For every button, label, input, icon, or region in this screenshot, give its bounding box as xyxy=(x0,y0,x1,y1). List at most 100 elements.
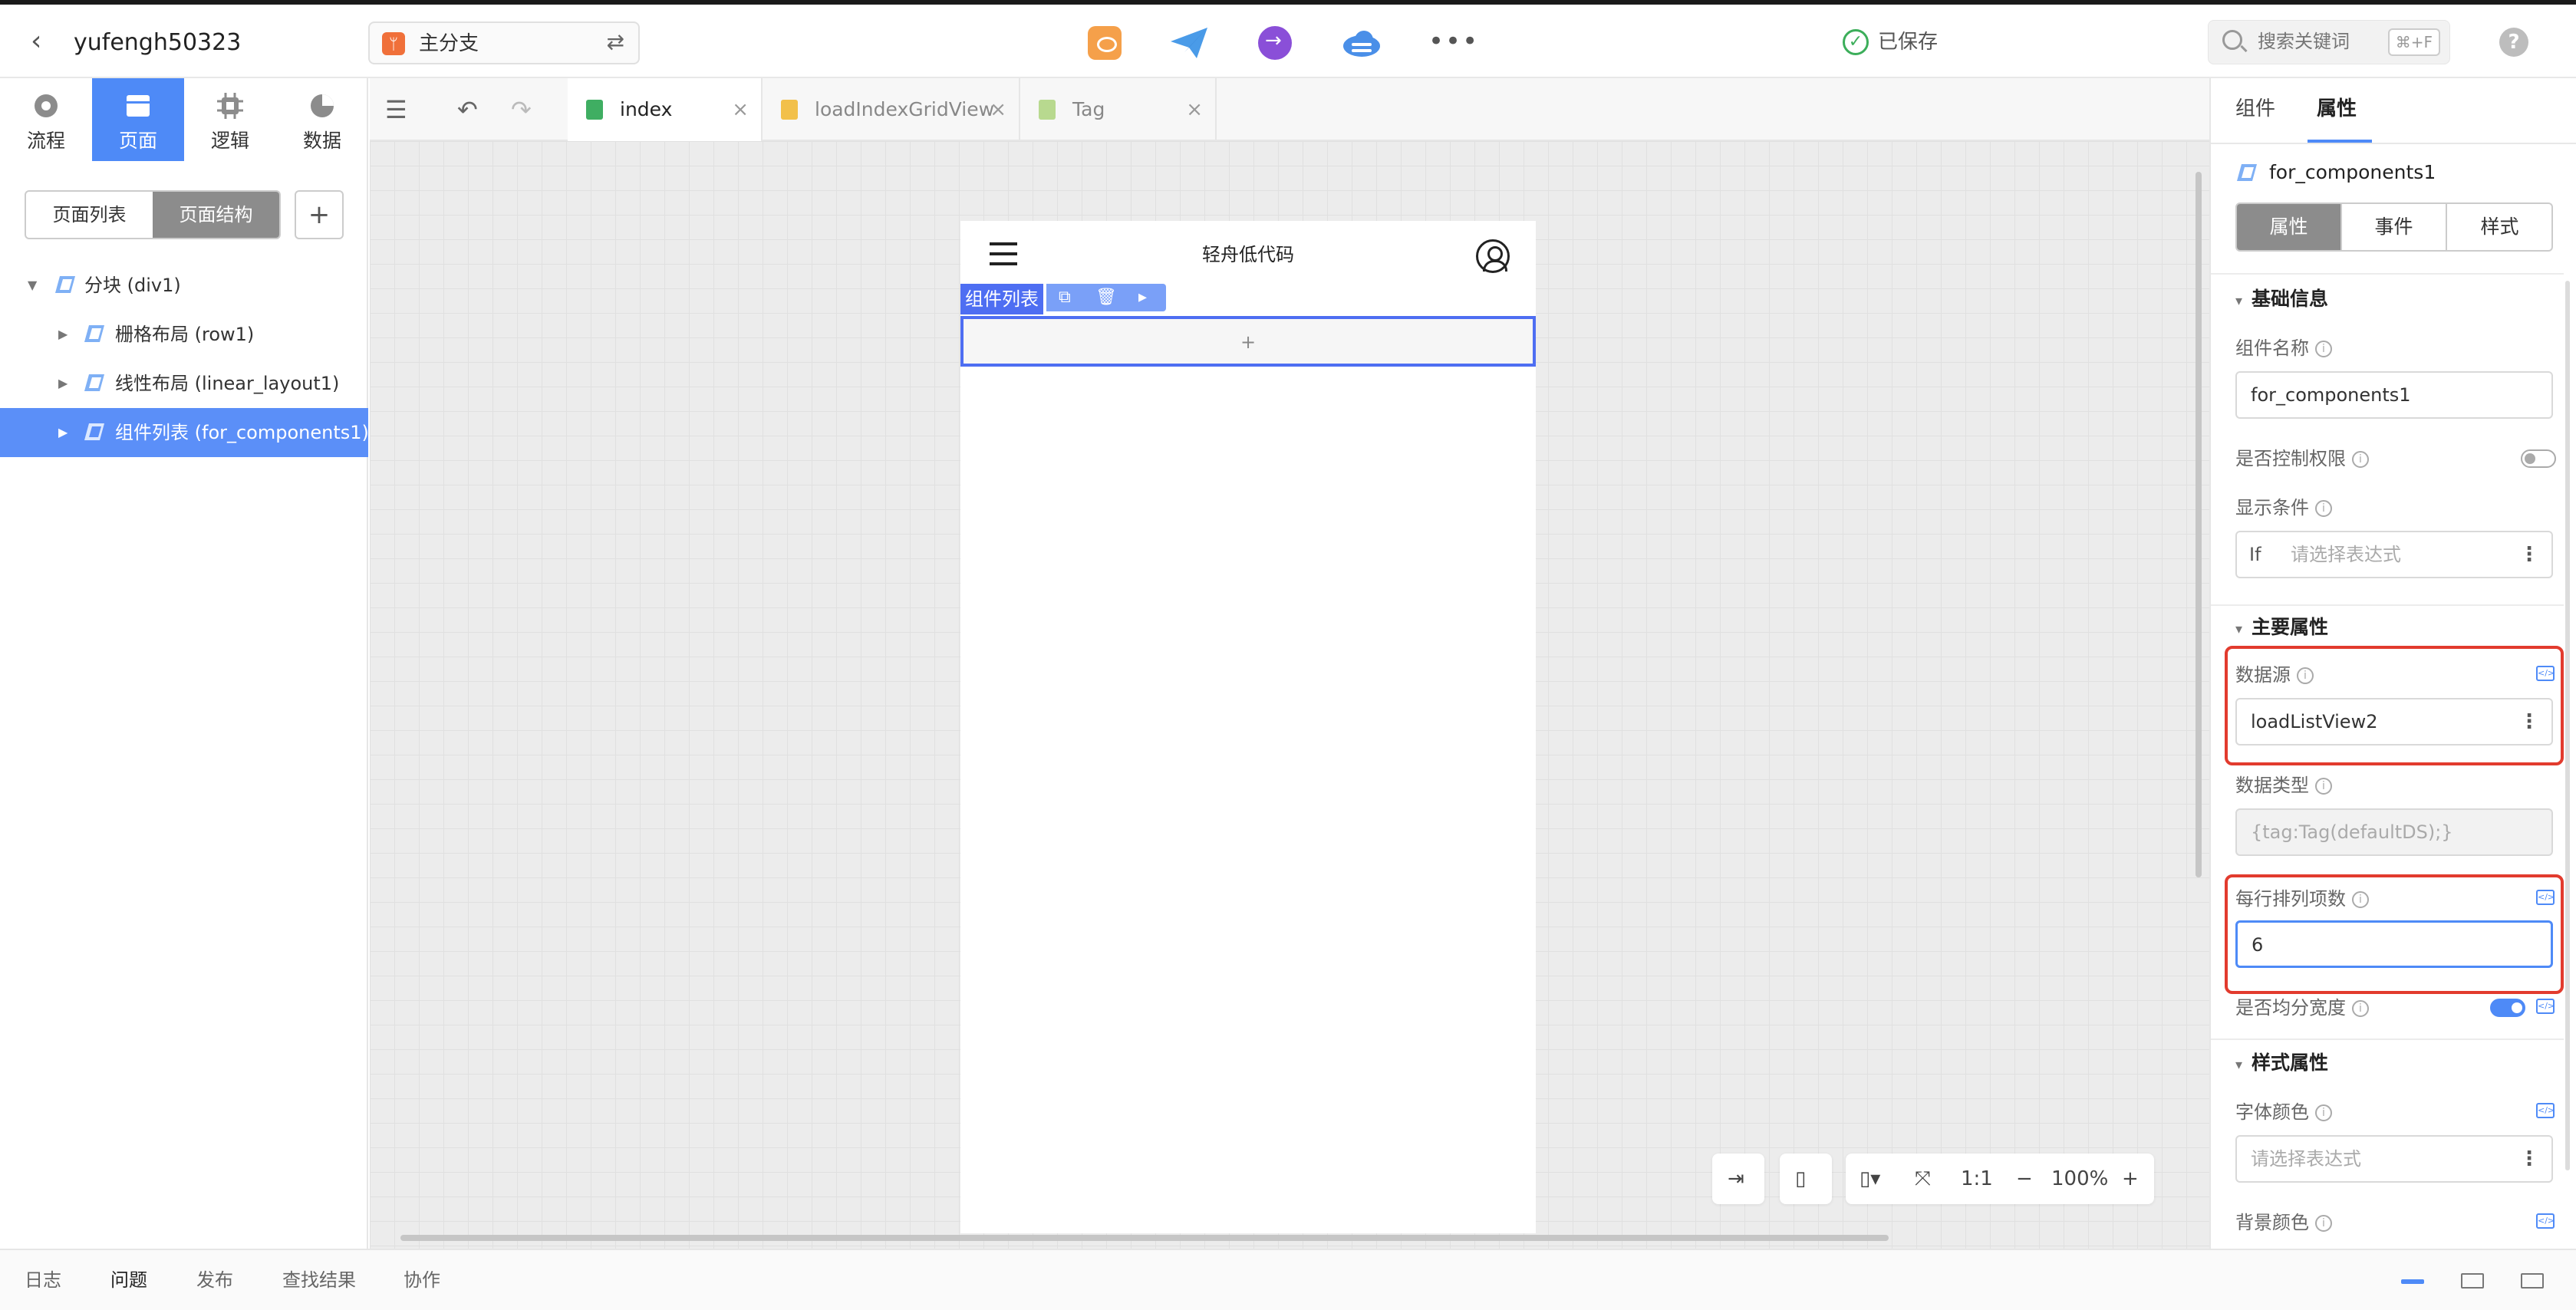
page-structure-tab[interactable]: 页面结构 xyxy=(153,192,279,238)
property-panel: 组件 属性 for_components1 属性 事件 样式 基础信息 组件名称… xyxy=(2209,78,2576,1249)
code-icon[interactable]: </> xyxy=(2536,666,2555,681)
design-canvas[interactable]: 轻舟低代码 组件列表 ⧉ 🗑 ▸ + ⇥ ▯ ▯▾ ⤧ 1:1 − 100% + xyxy=(370,141,2209,1249)
bottom-tab-find-results[interactable]: 查找结果 xyxy=(282,1266,356,1295)
info-icon[interactable]: i xyxy=(2352,1000,2369,1017)
redo-icon[interactable]: ↷ xyxy=(511,95,532,124)
tree-node-linear-layout1[interactable]: ▶ 线性布局 (linear_layout1) xyxy=(0,359,368,408)
component-name-input[interactable]: for_components1 xyxy=(2235,371,2553,419)
for-components-container[interactable]: + xyxy=(960,316,1536,367)
zoom-out-icon[interactable]: − xyxy=(2016,1154,2033,1204)
send-icon[interactable] xyxy=(1169,26,1207,60)
subtab-attributes[interactable]: 属性 xyxy=(2237,204,2342,250)
more-vertical-icon[interactable]: ⋮ xyxy=(2519,709,2539,735)
info-icon[interactable]: i xyxy=(2352,891,2369,908)
copy-icon[interactable]: ⧉ xyxy=(1059,285,1071,310)
font-color-input[interactable]: 请选择表达式 ⋮ xyxy=(2235,1135,2553,1183)
more-vertical-icon[interactable]: ⋮ xyxy=(2519,1146,2539,1172)
code-icon[interactable]: </> xyxy=(2536,999,2555,1014)
data-icon xyxy=(311,94,334,117)
code-icon[interactable]: </> xyxy=(2536,1103,2555,1118)
field-label: 是否均分宽度 i xyxy=(2235,994,2369,1022)
expand-arrow-icon[interactable]: ▶ xyxy=(58,324,68,345)
section-style-props[interactable]: 样式属性 xyxy=(2235,1049,2328,1079)
mode-tab-flow[interactable]: 流程 xyxy=(0,78,92,161)
mode-tab-page[interactable]: 页面 xyxy=(92,78,184,161)
device-select-icon[interactable]: ▯▾ xyxy=(1860,1154,1880,1204)
user-icon[interactable] xyxy=(1476,239,1510,273)
subtab-styles[interactable]: 样式 xyxy=(2447,204,2551,250)
bottom-tab-log[interactable]: 日志 xyxy=(25,1266,61,1295)
more-arrow-icon[interactable]: ▸ xyxy=(1138,285,1147,310)
info-icon[interactable]: i xyxy=(2297,667,2314,684)
panel-scrollbar[interactable] xyxy=(2565,281,2570,1170)
search-input[interactable] xyxy=(2258,30,2373,54)
collapse-sidebar-icon[interactable]: ☰ xyxy=(385,95,407,124)
field-label: 组件名称 i xyxy=(2235,334,2332,362)
tab-label: Tag xyxy=(1072,98,1105,120)
tab-properties[interactable]: 属性 xyxy=(2317,94,2357,124)
section-basic-info[interactable]: 基础信息 xyxy=(2235,285,2328,315)
publish-icon[interactable] xyxy=(1258,26,1292,60)
info-icon[interactable]: i xyxy=(2315,778,2332,795)
code-icon[interactable]: </> xyxy=(2536,890,2555,905)
mode-tab-data[interactable]: 数据 xyxy=(276,78,368,161)
tab-components[interactable]: 组件 xyxy=(2235,94,2275,124)
expand-arrow-icon[interactable]: ▶ xyxy=(58,373,68,394)
layout-full-icon[interactable] xyxy=(2521,1273,2544,1289)
tree-node-row1[interactable]: ▶ 栅格布局 (row1) xyxy=(0,310,368,359)
tree-node-for-components1[interactable]: ▶ 组件列表 (for_components1) xyxy=(0,408,369,457)
vertical-scrollbar[interactable] xyxy=(2196,172,2202,877)
info-icon[interactable]: i xyxy=(2315,1104,2332,1121)
layout-bottom-icon[interactable] xyxy=(2401,1279,2424,1284)
close-icon[interactable]: × xyxy=(732,95,749,124)
delete-icon[interactable]: 🗑 xyxy=(1095,285,1117,310)
expand-arrow-icon[interactable]: ▶ xyxy=(58,422,68,443)
more-icon[interactable]: ••• xyxy=(1428,26,1479,57)
permission-toggle[interactable] xyxy=(2521,449,2556,468)
add-slot-icon[interactable]: + xyxy=(964,331,1533,353)
horizontal-scrollbar[interactable] xyxy=(400,1235,1889,1241)
back-icon[interactable]: ‹ xyxy=(31,28,54,55)
page-list-tab[interactable]: 页面列表 xyxy=(26,192,153,238)
close-icon[interactable]: × xyxy=(1186,95,1203,124)
equal-width-toggle[interactable] xyxy=(2490,999,2525,1017)
swap-icon[interactable]: ⇄ xyxy=(607,29,624,55)
display-condition-input[interactable]: If 请选择表达式 ⋮ xyxy=(2235,531,2553,578)
fit-width-button[interactable]: ⇥ xyxy=(1712,1154,1764,1204)
rotate-device-button[interactable]: ▯ xyxy=(1780,1154,1832,1204)
per-row-count-input[interactable]: 6 xyxy=(2235,920,2553,968)
tab-tag[interactable]: Tag × xyxy=(1020,78,1217,141)
subtab-events[interactable]: 事件 xyxy=(2342,204,2447,250)
tab-loadIndexGridView[interactable]: loadIndexGridView × xyxy=(763,78,1020,141)
fit-screen-icon[interactable]: ⤧ xyxy=(1915,1154,1931,1204)
layout-half-icon[interactable] xyxy=(2461,1273,2484,1289)
mode-tab-logic[interactable]: 逻辑 xyxy=(184,78,276,161)
flow-icon xyxy=(35,94,58,117)
section-main-props[interactable]: 主要属性 xyxy=(2235,614,2328,643)
datasource-input[interactable]: loadListView2 ⋮ xyxy=(2235,698,2553,746)
undo-icon[interactable]: ↶ xyxy=(457,95,478,124)
more-vertical-icon[interactable]: ⋮ xyxy=(2519,541,2539,568)
actual-size-button[interactable]: 1:1 xyxy=(1961,1154,1993,1204)
field-label: 背景颜色 i xyxy=(2235,1209,2332,1236)
tab-index[interactable]: index × xyxy=(568,78,763,141)
tree-node-div1[interactable]: ▼ 分块 (div1) xyxy=(0,261,368,310)
component-icon xyxy=(84,374,104,391)
code-icon[interactable]: </> xyxy=(2536,1213,2555,1229)
search-box[interactable]: ⌘+F xyxy=(2208,20,2450,64)
info-icon[interactable]: i xyxy=(2315,341,2332,357)
bottom-tab-collaboration[interactable]: 协作 xyxy=(404,1266,440,1295)
add-page-button[interactable]: + xyxy=(295,190,344,239)
bottom-tab-publish[interactable]: 发布 xyxy=(196,1266,233,1295)
info-icon[interactable]: i xyxy=(2352,451,2369,468)
cloud-deploy-icon[interactable] xyxy=(1341,26,1380,60)
info-icon[interactable]: i xyxy=(2315,1215,2332,1232)
preview-icon[interactable] xyxy=(1088,26,1122,60)
branch-selector[interactable]: ᛘ 主分支 ⇄ xyxy=(368,21,640,64)
expand-arrow-icon[interactable]: ▼ xyxy=(28,275,37,296)
close-icon[interactable]: × xyxy=(990,95,1006,124)
zoom-in-icon[interactable]: + xyxy=(2122,1154,2139,1204)
info-icon[interactable]: i xyxy=(2315,500,2332,517)
bottom-tab-issues[interactable]: 问题 xyxy=(110,1266,147,1295)
help-icon[interactable]: ? xyxy=(2499,28,2528,57)
